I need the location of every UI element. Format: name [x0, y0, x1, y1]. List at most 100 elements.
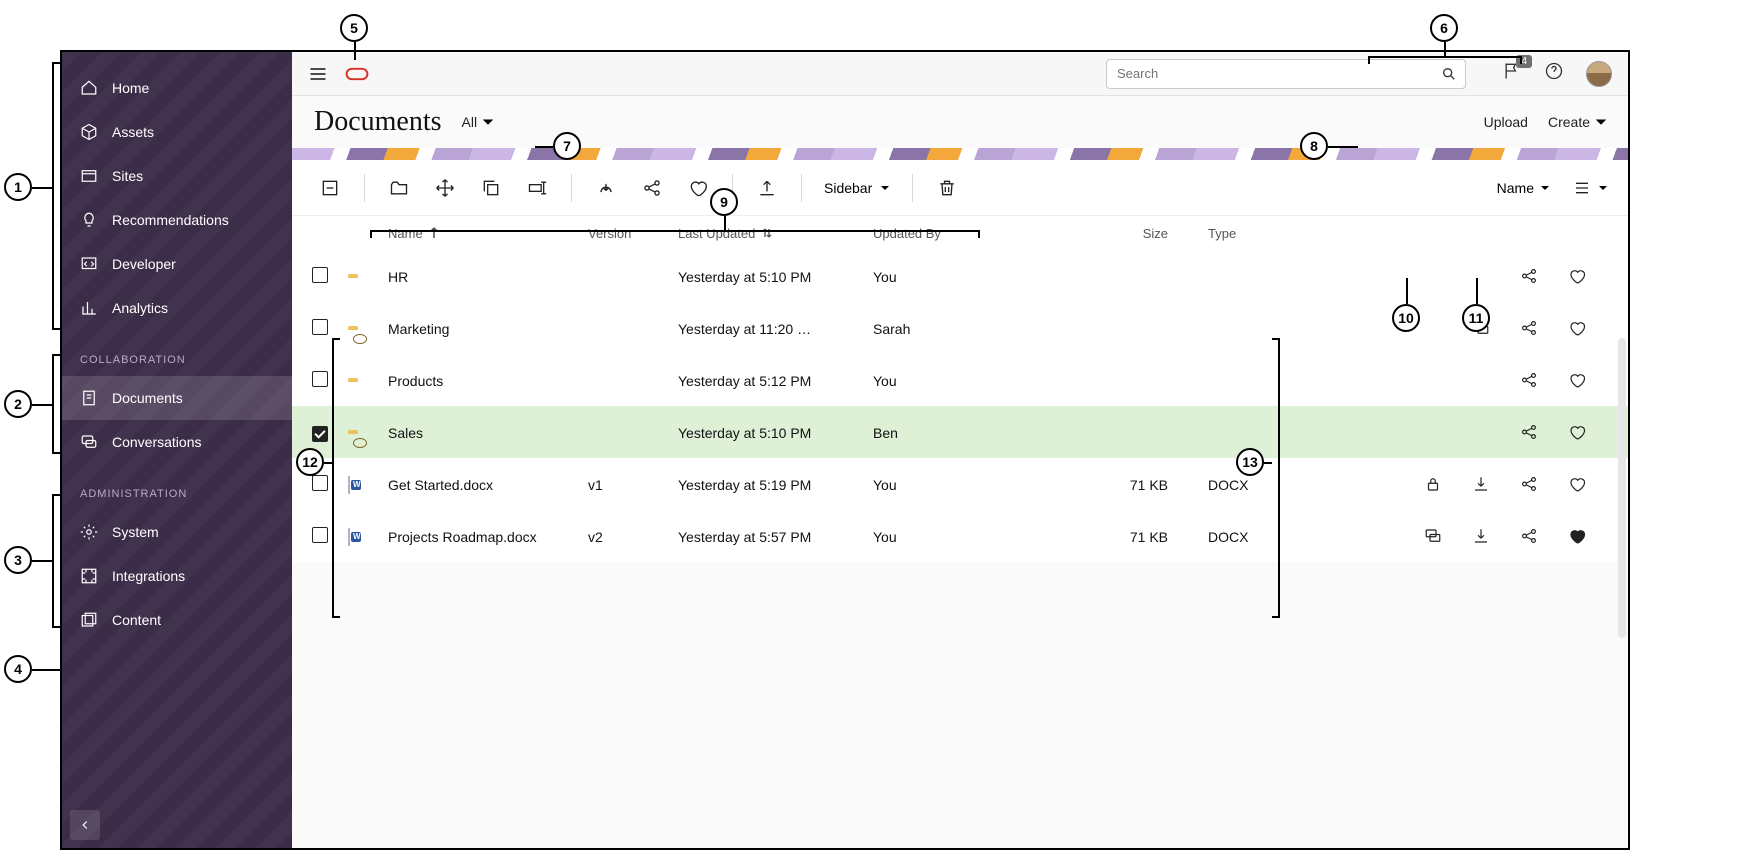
row-download-button[interactable]: [1472, 527, 1492, 547]
sidebar-item-developer[interactable]: Developer: [62, 242, 292, 286]
table-row[interactable]: ProductsYesterday at 5:12 PMYou: [292, 354, 1628, 406]
sidebar-item-system[interactable]: System: [62, 510, 292, 554]
collapse-sidebar-button[interactable]: [70, 810, 100, 840]
integrations-icon: [80, 567, 98, 585]
create-dropdown[interactable]: Create: [1548, 114, 1606, 130]
row-share-button[interactable]: [1520, 423, 1540, 443]
open-button[interactable]: [381, 170, 417, 206]
search-icon: [1441, 66, 1457, 87]
sidebar-item-label: Home: [112, 80, 149, 96]
row-fav-button[interactable]: [1568, 319, 1588, 339]
table-row[interactable]: SalesYesterday at 5:10 PMBen: [292, 406, 1628, 458]
row-fav-button[interactable]: [1568, 371, 1588, 391]
main-content: 4 Documents All Upload Create: [292, 52, 1628, 848]
sites-icon: [80, 167, 98, 185]
callout-4: 4: [4, 655, 32, 683]
callout-3: 3: [4, 546, 32, 574]
sidebar-item-label: Conversations: [112, 434, 202, 450]
row-version: v1: [588, 477, 678, 493]
sidebar-item-sites[interactable]: Sites: [62, 154, 292, 198]
select-all-checkbox[interactable]: [312, 170, 348, 206]
rename-button[interactable]: [519, 170, 555, 206]
row-share-button[interactable]: [1520, 475, 1540, 495]
sidebar-item-label: Content: [112, 612, 161, 628]
move-button[interactable]: [427, 170, 463, 206]
row-updated: Yesterday at 5:10 PM: [678, 425, 873, 441]
row-checkbox[interactable]: [312, 267, 328, 283]
sidebar-item-analytics[interactable]: Analytics: [62, 286, 292, 330]
content-icon: [80, 611, 98, 629]
row-lock-button[interactable]: [1424, 475, 1444, 495]
assets-icon: [80, 123, 98, 141]
sidebar-item-label: Recommendations: [112, 212, 229, 228]
callout-12: 12: [296, 448, 324, 476]
column-type[interactable]: Type: [1168, 226, 1268, 241]
delete-button[interactable]: [929, 170, 965, 206]
row-size: 71 KB: [1043, 477, 1168, 493]
row-fav-button[interactable]: [1568, 527, 1588, 547]
column-size[interactable]: Size: [1043, 226, 1168, 241]
help-button[interactable]: [1544, 61, 1564, 86]
sidebar-item-label: System: [112, 524, 159, 540]
scrollbar[interactable]: [1618, 338, 1626, 638]
row-conv-button[interactable]: [1424, 527, 1444, 547]
row-fav-button[interactable]: [1568, 475, 1588, 495]
word-doc-icon: [348, 476, 350, 494]
table-row[interactable]: MarketingYesterday at 11:20 …Sarah: [292, 302, 1628, 354]
row-updated: Yesterday at 5:12 PM: [678, 373, 873, 389]
sidebar-item-integrations[interactable]: Integrations: [62, 554, 292, 598]
sidebar-item-content[interactable]: Content: [62, 598, 292, 642]
sidebar-item-conversations[interactable]: Conversations: [62, 420, 292, 464]
upload-button[interactable]: Upload: [1484, 114, 1528, 130]
sidebar-panel-dropdown[interactable]: Sidebar: [818, 180, 896, 196]
callout-7: 7: [553, 132, 581, 160]
row-checkbox[interactable]: [312, 319, 328, 335]
row-download-button[interactable]: [1472, 475, 1492, 495]
word-doc-icon: [348, 528, 350, 546]
row-share-button[interactable]: [1520, 371, 1540, 391]
decorative-band: [292, 148, 1628, 160]
callout-9: 9: [710, 188, 738, 216]
row-checkbox[interactable]: [312, 371, 328, 387]
row-checkbox[interactable]: [312, 527, 328, 543]
row-fav-button[interactable]: [1568, 423, 1588, 443]
conversations-icon: [80, 433, 98, 451]
file-list: HRYesterday at 5:10 PMYouMarketingYester…: [292, 250, 1628, 562]
notifications-button[interactable]: 4: [1502, 61, 1522, 86]
table-row[interactable]: Get Started.docxv1Yesterday at 5:19 PMYo…: [292, 458, 1628, 510]
copy-button[interactable]: [473, 170, 509, 206]
table-row[interactable]: Projects Roadmap.docxv2Yesterday at 5:57…: [292, 510, 1628, 562]
row-share-button[interactable]: [1520, 267, 1540, 287]
row-updated: Yesterday at 5:10 PM: [678, 269, 873, 285]
row-fav-button[interactable]: [1568, 267, 1588, 287]
sidebar-item-label: Assets: [112, 124, 154, 140]
sidebar-item-documents[interactable]: Documents: [62, 376, 292, 420]
documents-icon: [80, 389, 98, 407]
row-name: HR: [388, 269, 588, 285]
row-checkbox[interactable]: [312, 475, 328, 491]
share-link-button[interactable]: [634, 170, 670, 206]
upload-action-button[interactable]: [749, 170, 785, 206]
table-row[interactable]: HRYesterday at 5:10 PMYou: [292, 250, 1628, 302]
callout-11: 11: [1462, 304, 1490, 332]
callout-1: 1: [4, 173, 32, 201]
view-toggle[interactable]: [1572, 180, 1608, 196]
hamburger-menu-button[interactable]: [308, 64, 328, 84]
filter-dropdown[interactable]: All: [462, 114, 494, 130]
callout-13: 13: [1236, 448, 1264, 476]
home-icon: [80, 79, 98, 97]
sidebar-item-label: Developer: [112, 256, 176, 272]
row-type: DOCX: [1168, 477, 1268, 493]
row-type: DOCX: [1168, 529, 1268, 545]
sidebar: Home Assets Sites Recommendations Developer A…: [62, 52, 292, 848]
row-share-button[interactable]: [1520, 319, 1540, 339]
row-checkbox[interactable]: [312, 426, 328, 442]
sidebar-item-assets[interactable]: Assets: [62, 110, 292, 154]
row-share-button[interactable]: [1520, 527, 1540, 547]
download-button[interactable]: [588, 170, 624, 206]
user-avatar[interactable]: [1586, 61, 1612, 87]
sort-dropdown[interactable]: Name: [1497, 180, 1550, 196]
page-title-row: Documents All Upload Create: [292, 96, 1628, 148]
sidebar-item-home[interactable]: Home: [62, 66, 292, 110]
sidebar-item-recommendations[interactable]: Recommendations: [62, 198, 292, 242]
